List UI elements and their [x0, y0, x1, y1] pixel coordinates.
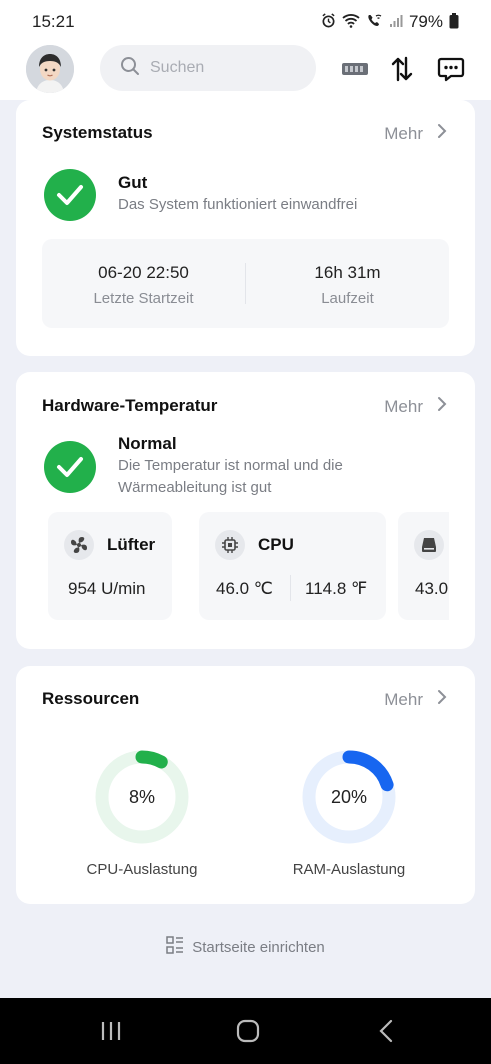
status-time: 15:21	[32, 12, 75, 31]
status-description: Das System funktioniert einwandfrei	[118, 196, 358, 213]
search-input[interactable]	[150, 59, 290, 77]
card-title: Systemstatus	[42, 123, 153, 142]
more-label: Mehr	[384, 123, 423, 143]
sensor-tiles[interactable]: Lüfter 954 U/min CPU 46.0 ℃ 114.8 ℉ 43.0	[48, 512, 449, 622]
back-button[interactable]	[366, 1016, 406, 1046]
ram-usage-percent: 20%	[330, 786, 368, 807]
more-label: Mehr	[384, 689, 423, 709]
more-label: Mehr	[384, 396, 423, 416]
cpu-usage-gauge[interactable]: 8%	[92, 747, 192, 847]
sensor-value: 43.0 ℃	[415, 579, 449, 598]
sensor-tile-cpu[interactable]: CPU 46.0 ℃ 114.8 ℉	[199, 512, 386, 620]
status-bar: 15:21 79%	[0, 0, 491, 44]
alarm-icon	[321, 13, 336, 31]
more-link[interactable]: Mehr	[384, 123, 447, 144]
last-start-stat: 06-20 22:50 Letzte Startzeit	[42, 239, 245, 328]
sensor-value: 954 U/min	[68, 579, 146, 598]
battery-icon	[449, 12, 459, 32]
uptime-value: 16h 31m	[314, 263, 381, 282]
recent-apps-button[interactable]	[91, 1016, 131, 1046]
setup-home-label: Startseite einrichten	[192, 938, 325, 956]
system-stats-box: 06-20 22:50 Letzte Startzeit 16h 31m Lau…	[42, 239, 449, 328]
cpu-usage-label: CPU-Auslastung	[86, 861, 198, 878]
sensor-value-celsius: 46.0 ℃	[216, 579, 273, 598]
fan-icon	[64, 530, 94, 560]
status-title: Normal	[118, 434, 177, 453]
divider	[290, 575, 291, 601]
sensor-name: CPU	[258, 535, 294, 554]
status-title: Gut	[118, 173, 148, 192]
system-nav-bar	[0, 998, 491, 1064]
chevron-right-icon	[437, 396, 447, 417]
home-button[interactable]	[228, 1016, 268, 1046]
layout-icon	[166, 936, 184, 958]
top-bar	[0, 44, 491, 100]
hardware-temperature-card: Hardware-Temperatur Mehr Normal Die Temp…	[16, 372, 475, 649]
resources-card: Ressourcen Mehr 8% CPU-Auslastung 20% RA…	[16, 666, 475, 904]
search-icon	[120, 56, 140, 81]
signal-icon	[389, 14, 403, 31]
nas-device-icon[interactable]	[340, 54, 370, 84]
last-start-value: 06-20 22:50	[98, 263, 189, 282]
sensor-tile-disk[interactable]: F 43.0 ℃	[398, 512, 449, 620]
cpu-icon	[215, 530, 245, 560]
card-title: Ressourcen	[42, 689, 140, 708]
uptime-stat: 16h 31m Laufzeit	[246, 239, 449, 328]
last-start-label: Letzte Startzeit	[93, 290, 194, 307]
more-link[interactable]: Mehr	[384, 396, 447, 417]
cpu-usage-percent: 8%	[128, 786, 155, 807]
card-title: Hardware-Temperatur	[42, 396, 218, 415]
setup-home-link[interactable]: Startseite einrichten	[0, 936, 491, 958]
status-description: Die Temperatur ist normal und die Wärmea…	[118, 457, 343, 496]
ram-usage-gauge[interactable]: 20%	[299, 747, 399, 847]
battery-percent: 79%	[408, 12, 443, 31]
wifi-call-icon	[366, 13, 383, 31]
system-status-card: Systemstatus Mehr Gut Das System funktio…	[16, 100, 475, 356]
sensor-tile-fan[interactable]: Lüfter 954 U/min	[48, 512, 172, 620]
transfer-icon[interactable]	[387, 54, 417, 84]
chevron-right-icon	[437, 689, 447, 710]
uptime-label: Laufzeit	[321, 290, 374, 307]
avatar[interactable]	[26, 45, 74, 93]
chevron-right-icon	[437, 123, 447, 144]
disk-icon	[414, 530, 444, 560]
status-icons: 79%	[321, 12, 459, 32]
more-link[interactable]: Mehr	[384, 689, 447, 710]
ram-usage-label: RAM-Auslastung	[292, 861, 406, 878]
sensor-value-fahrenheit: 114.8 ℉	[305, 579, 368, 598]
check-icon	[44, 169, 96, 221]
search-bar[interactable]	[100, 45, 316, 91]
wifi-icon	[342, 13, 360, 31]
check-icon	[44, 441, 96, 493]
message-icon[interactable]	[436, 54, 466, 84]
sensor-name: Lüfter	[107, 535, 156, 554]
